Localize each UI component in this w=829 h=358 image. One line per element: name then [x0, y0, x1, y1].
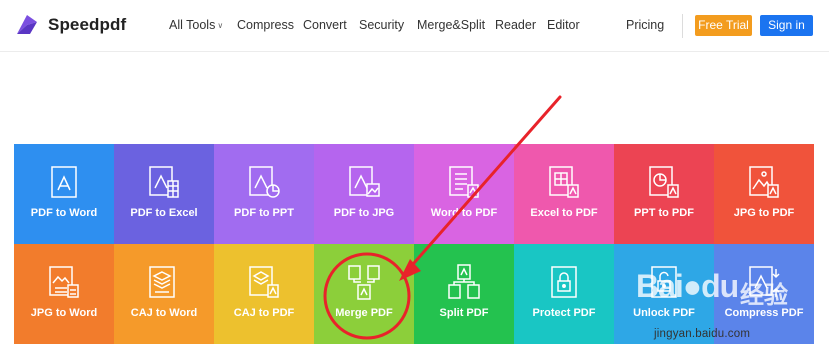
jpg-image-icon — [749, 166, 779, 198]
caj-layers-icon — [249, 266, 279, 298]
unlock-pdf-icon — [651, 266, 677, 298]
brand-name: Speedpdf — [48, 15, 127, 34]
top-header: Speedpdf All Tools ∨ Compress Convert Sec… — [0, 0, 829, 52]
header-divider — [682, 14, 683, 38]
tool-split-pdf[interactable]: Split PDF — [414, 244, 514, 344]
tool-word-to-pdf[interactable]: Word to PDF — [414, 144, 514, 244]
word-document-icon — [449, 166, 479, 198]
caj-word-icon — [149, 266, 175, 298]
tool-label: Protect PDF — [532, 307, 596, 319]
jpg-word-icon — [49, 266, 79, 298]
pdf-image-icon — [349, 166, 380, 197]
free-trial-button[interactable]: Free Trial — [695, 15, 752, 36]
ppt-chart-icon — [649, 166, 679, 198]
tool-pdf-to-jpg[interactable]: PDF to JPG — [314, 144, 414, 244]
tool-label: Unlock PDF — [633, 307, 695, 319]
tool-excel-to-pdf[interactable]: Excel to PDF — [514, 144, 614, 244]
tool-label: Split PDF — [439, 307, 489, 319]
tool-label: CAJ to PDF — [233, 307, 295, 319]
sign-in-button[interactable]: Sign in — [760, 15, 813, 36]
tool-merge-pdf[interactable]: Merge PDF — [314, 244, 414, 344]
tool-pdf-to-excel[interactable]: PDF to Excel — [114, 144, 214, 244]
merge-pdf-icon — [348, 265, 380, 300]
compress-pdf-icon — [749, 266, 780, 297]
tool-label: CAJ to Word — [130, 307, 198, 319]
tool-unlock-pdf[interactable]: Unlock PDF — [614, 244, 714, 344]
tool-caj-to-pdf[interactable]: CAJ to PDF — [214, 244, 314, 344]
tool-label: PDF to Excel — [130, 207, 198, 219]
nav-merge-split[interactable]: Merge&Split — [417, 18, 485, 32]
tool-label: PDF to PPT — [234, 207, 294, 219]
pdf-ppt-icon — [249, 166, 280, 198]
speedpdf-logo-icon — [17, 15, 37, 34]
tool-label: Merge PDF — [335, 307, 393, 319]
tool-jpg-to-word[interactable]: JPG to Word — [14, 244, 114, 344]
nav-editor[interactable]: Editor — [547, 18, 580, 32]
tool-label: Excel to PDF — [530, 207, 598, 219]
tool-label: PPT to PDF — [634, 207, 694, 219]
chevron-down-icon: ∨ — [217, 21, 224, 30]
tool-compress-pdf[interactable]: Compress PDF — [714, 244, 814, 344]
lock-pdf-icon — [551, 266, 577, 298]
nav-security[interactable]: Security — [359, 18, 404, 32]
brand-logo[interactable]: Speedpdf — [14, 12, 126, 38]
tool-label: Compress PDF — [724, 307, 804, 319]
tool-protect-pdf[interactable]: Protect PDF — [514, 244, 614, 344]
split-pdf-icon — [448, 264, 480, 299]
tool-label: PDF to Word — [30, 207, 98, 219]
tool-jpg-to-pdf[interactable]: JPG to PDF — [714, 144, 814, 244]
nav-convert[interactable]: Convert — [303, 18, 347, 32]
nav-pricing[interactable]: Pricing — [626, 18, 664, 32]
tool-label: PDF to JPG — [333, 207, 395, 219]
tool-pdf-to-ppt[interactable]: PDF to PPT — [214, 144, 314, 244]
tool-label: Word to PDF — [430, 207, 498, 219]
nav-compress[interactable]: Compress — [237, 18, 294, 32]
tool-label: JPG to Word — [30, 307, 98, 319]
tool-label: JPG to PDF — [733, 207, 795, 219]
tool-ppt-to-pdf[interactable]: PPT to PDF — [614, 144, 714, 244]
tools-grid: PDF to Word PDF to Excel PDF to PPT PDF … — [14, 144, 814, 344]
nav-all-tools[interactable]: All Tools ∨ — [169, 18, 223, 32]
tool-pdf-to-word[interactable]: PDF to Word — [14, 144, 114, 244]
pdf-excel-icon — [149, 166, 179, 198]
pdf-file-icon — [51, 166, 77, 198]
excel-grid-icon — [549, 166, 579, 198]
nav-reader[interactable]: Reader — [495, 18, 536, 32]
tool-caj-to-word[interactable]: CAJ to Word — [114, 244, 214, 344]
